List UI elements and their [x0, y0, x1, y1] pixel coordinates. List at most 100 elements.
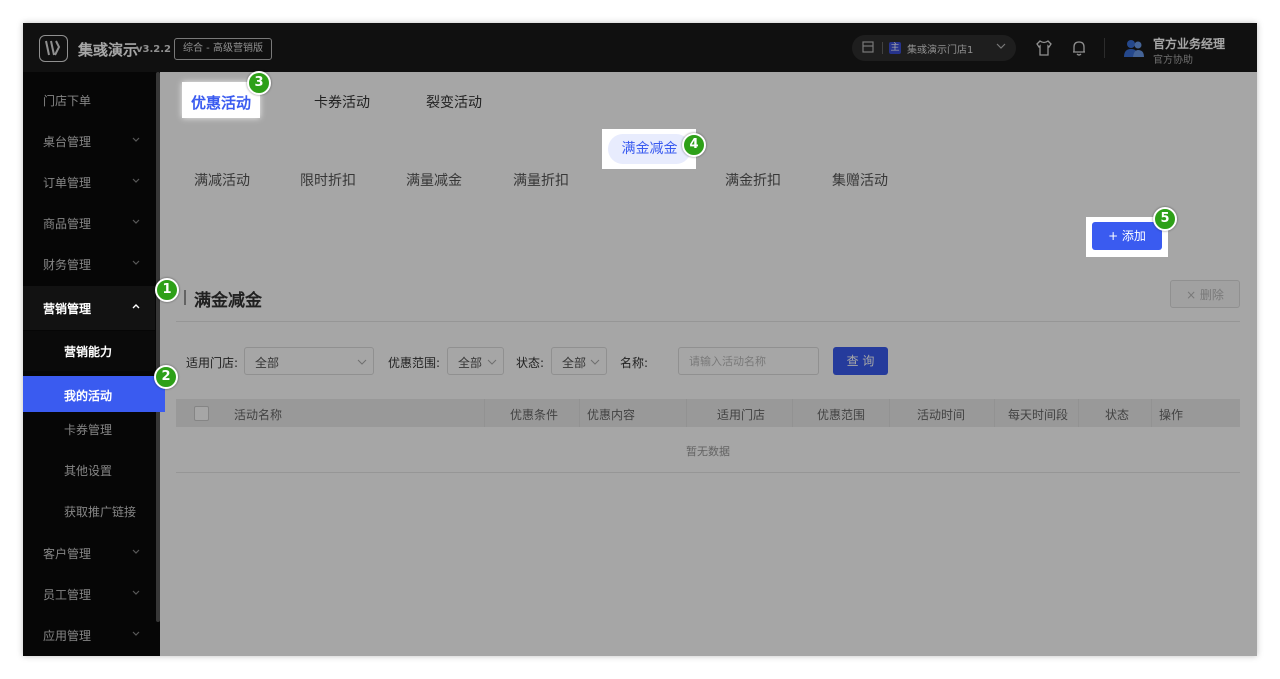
name-filter-input[interactable] [678, 347, 819, 375]
divider [1151, 399, 1152, 427]
sidebar-item-marketing[interactable]: 营销管理 [23, 286, 155, 330]
sidebar-item-label: 商品管理 [43, 217, 92, 231]
sidebar-item-label: 营销管理 [43, 302, 92, 316]
sidebar-item-label: 门店下单 [43, 94, 92, 108]
tab-quantity-reduction[interactable]: 满量减金 [406, 170, 462, 190]
app-window: 集彧演示 v3.2.2 综合 - 高级营销版 主 集彧演示门店1 官方业务经理 … [23, 23, 1257, 656]
tab-amount-discount[interactable]: 满金折扣 [725, 170, 781, 190]
sidebar-subitem-my-activities[interactable]: 我的活动 [23, 376, 165, 412]
column-header: 活动名称 [234, 408, 283, 422]
sidebar-item-tables[interactable]: 桌台管理 [23, 120, 155, 161]
app-name: 集彧演示 [78, 41, 139, 59]
tab-viral-activities[interactable]: 裂变活动 [426, 92, 482, 112]
chevron-down-icon [132, 219, 140, 224]
sidebar-subitem-coupons[interactable]: 卡券管理 [23, 410, 155, 448]
divider [882, 42, 883, 54]
store-filter-select[interactable]: 全部 [244, 347, 374, 375]
delete-button[interactable]: × 删除 [1170, 280, 1240, 308]
divider [1078, 399, 1079, 427]
user-avatar-icon[interactable] [1123, 38, 1145, 58]
empty-text: 暂无数据 [686, 445, 730, 458]
store-filter-label: 适用门店: [186, 356, 239, 370]
shirt-icon[interactable] [1035, 39, 1053, 57]
chevron-down-icon [487, 359, 497, 365]
divider [1104, 38, 1105, 58]
chevron-down-icon [132, 549, 140, 554]
tab-limited-discount[interactable]: 限时折扣 [300, 170, 356, 190]
divider [176, 321, 1240, 322]
user-role: 官方协助 [1153, 55, 1193, 66]
tab-quantity-discount[interactable]: 满量折扣 [513, 170, 569, 190]
store-filter-value: 全部 [255, 356, 280, 370]
chevron-down-icon [132, 178, 140, 183]
chevron-down-icon [996, 43, 1006, 49]
sidebar-item-label: 员工管理 [43, 588, 92, 602]
primary-tabs: 优惠活动 卡券活动 裂变活动 [160, 72, 1257, 130]
divider [889, 399, 890, 427]
chevron-down-icon [132, 631, 140, 636]
tab-coupon-activities[interactable]: 卡券活动 [314, 92, 370, 112]
step-marker-2: 2 [154, 365, 178, 389]
sidebar-item-label: 应用管理 [43, 629, 92, 643]
scope-filter-select[interactable]: 全部 [447, 347, 504, 375]
column-header: 操作 [1159, 408, 1184, 422]
divider [579, 399, 580, 427]
chevron-down-icon [132, 590, 140, 595]
sidebar-subitem-promo-link[interactable]: 获取推广链接 [23, 492, 155, 530]
scope-filter-label: 优惠范围: [388, 356, 441, 370]
sidebar-item-apps[interactable]: 应用管理 [23, 614, 155, 655]
top-bar: 集彧演示 v3.2.2 综合 - 高级营销版 主 集彧演示门店1 官方业务经理 … [23, 23, 1257, 72]
chevron-down-icon [132, 260, 140, 265]
sidebar-item-label: 订单管理 [43, 176, 92, 190]
status-filter-label: 状态: [516, 356, 545, 370]
section-title: 满金减金 [194, 291, 262, 311]
sidebar-item-label: 财务管理 [43, 258, 92, 272]
app-version: v3.2.2 [136, 44, 171, 55]
sidebar-item-products[interactable]: 商品管理 [23, 202, 155, 243]
chevron-up-icon [132, 304, 140, 309]
sidebar-item-finance[interactable]: 财务管理 [23, 243, 155, 284]
table-header: 活动名称 优惠条件 优惠内容 适用门店 优惠范围 活动时间 每天时间段 状态 操… [176, 399, 1240, 427]
store-selector[interactable]: 主 集彧演示门店1 [852, 35, 1016, 61]
step-marker-4: 4 [682, 133, 706, 157]
tab-full-reduction[interactable]: 满减活动 [194, 170, 250, 190]
content-panel: 满减活动 限时折扣 满量减金 满量折扣 满金折扣 集赠活动 满金减金 × 删除 … [160, 129, 1257, 656]
sidebar-item-store-order[interactable]: 门店下单 [23, 79, 155, 120]
tab-discount-activities[interactable]: 优惠活动 [191, 92, 251, 113]
add-button[interactable]: + 添加 [1092, 222, 1162, 250]
column-header: 活动时间 [917, 408, 966, 422]
divider [686, 399, 687, 427]
sidebar-item-orders[interactable]: 订单管理 [23, 161, 155, 202]
sidebar-subitem-label: 其他设置 [64, 464, 113, 478]
select-all-checkbox[interactable] [194, 406, 209, 421]
divider [792, 399, 793, 427]
column-header: 每天时间段 [1008, 408, 1069, 422]
section-title-bar [184, 290, 186, 305]
scope-filter-value: 全部 [458, 356, 483, 370]
column-header: 优惠内容 [587, 408, 636, 422]
main-store-badge: 主 [889, 42, 901, 54]
sidebar-subitem-label: 获取推广链接 [64, 505, 137, 519]
app-logo-icon [39, 35, 68, 62]
sidebar-subitem-other-settings[interactable]: 其他设置 [23, 451, 155, 489]
column-header: 适用门店 [717, 408, 766, 422]
name-filter-label: 名称: [620, 356, 649, 370]
sidebar-subitem-label: 我的活动 [64, 389, 113, 403]
edition-badge[interactable]: 综合 - 高级营销版 [174, 38, 272, 60]
query-button[interactable]: 查 询 [833, 347, 888, 375]
user-name[interactable]: 官方业务经理 [1153, 35, 1225, 52]
sidebar-item-customers[interactable]: 客户管理 [23, 532, 155, 573]
tab-gift-activity[interactable]: 集赠活动 [832, 170, 888, 190]
sidebar-subitem-marketing-ability[interactable]: 营销能力 [23, 331, 155, 371]
status-filter-select[interactable]: 全部 [551, 347, 607, 375]
column-header: 优惠条件 [510, 408, 559, 422]
store-name: 集彧演示门店1 [907, 45, 974, 56]
sidebar: 门店下单 桌台管理 订单管理 商品管理 财务管理 营销管理 营销能力 我的活动 [23, 72, 165, 656]
column-header: 优惠范围 [817, 408, 866, 422]
divider [994, 399, 995, 427]
tab-amount-reduction-label: 满金减金 [608, 134, 691, 164]
sidebar-subitem-label: 卡券管理 [64, 423, 113, 437]
sidebar-item-label: 桌台管理 [43, 135, 92, 149]
bell-icon[interactable] [1070, 39, 1088, 57]
sidebar-item-staff[interactable]: 员工管理 [23, 573, 155, 614]
